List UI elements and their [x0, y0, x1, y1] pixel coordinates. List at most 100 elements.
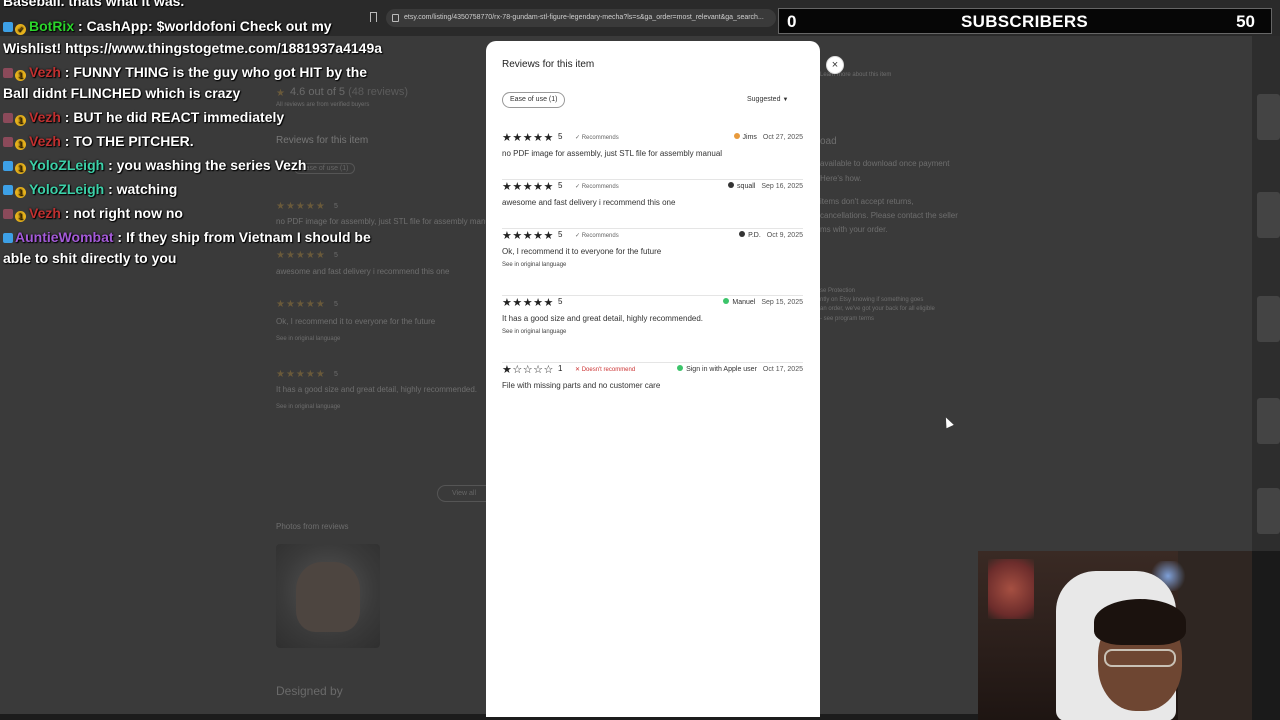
- review-rating: 5: [558, 230, 563, 239]
- see-original-link[interactable]: See in original language: [502, 329, 566, 335]
- sub-count-current: 0: [787, 12, 797, 31]
- similar-item-thumb: [1257, 398, 1280, 444]
- chat-message: Baseball. thats what it was.: [3, 0, 185, 9]
- cam-glasses: [1104, 649, 1176, 667]
- similar-item-thumb: [1257, 296, 1280, 342]
- chat-message: 1 Vezh : not right now no: [3, 205, 183, 222]
- bg-protection-title: se Protection: [820, 288, 856, 294]
- review-photo: [276, 544, 380, 648]
- recommends-badge: ✓ Recommends: [575, 135, 619, 141]
- review-text: awesome and fast delivery i recommend th…: [502, 198, 676, 207]
- cam-lamp: [988, 559, 1034, 619]
- filter-chip-ease-of-use[interactable]: Ease of use (1): [502, 92, 566, 108]
- bg-see-original: See in original language: [276, 404, 341, 410]
- review-date: Sep 16, 2025: [761, 183, 803, 190]
- chat-message: 1 YoloZLeigh : watching: [3, 181, 177, 198]
- review-date: Sep 15, 2025: [761, 299, 803, 306]
- bg-see-original: See in original language: [276, 336, 341, 342]
- platform-badge-icon: [3, 161, 13, 171]
- bg-returns-text: items don't accept returns,: [820, 197, 914, 206]
- chat-message: 1 Vezh : BUT he did REACT immediately: [3, 109, 284, 126]
- review-item: ★★★★★ 5 ✓ Recommends Jims Oct 27, 2025 no…: [502, 131, 803, 180]
- sub-badge-icon: 1: [15, 211, 26, 222]
- platform-badge-icon: [3, 137, 13, 147]
- review-text: It has a good size and great detail, hig…: [502, 314, 704, 323]
- review-author[interactable]: Manuel Sep 15, 2025: [723, 298, 803, 306]
- site-info-icon[interactable]: [392, 14, 399, 22]
- not-recommends-badge: ✕ Doesn't recommend: [575, 367, 636, 373]
- chat-username: AuntieWombat: [15, 229, 114, 245]
- review-item: ★★★★★ 5 Manuel Sep 15, 2025 It has a good…: [502, 296, 803, 363]
- review-date: Oct 9, 2025: [766, 232, 803, 239]
- review-rating: 5: [558, 297, 563, 306]
- avatar: [728, 182, 735, 188]
- review-rating: 1: [558, 364, 563, 373]
- similar-item-thumb: [1257, 94, 1280, 140]
- sub-badge-icon: 1: [15, 70, 26, 81]
- chat-message-cont: able to shit directly to you: [3, 250, 177, 266]
- platform-badge-icon: [3, 209, 13, 219]
- bookmark-icon[interactable]: [370, 12, 377, 22]
- review-item: ★★★★★ 5 ✓ Recommends squall Sep 16, 2025 …: [502, 180, 803, 229]
- bg-review-text: It has a good size and great detail, hig…: [276, 385, 478, 394]
- review-item: ★☆☆☆☆ 1 ✕ Doesn't recommend Sign in with…: [502, 363, 803, 403]
- bg-order-text: ms with your order.: [820, 225, 888, 234]
- review-stars: ★★★★★: [502, 181, 554, 193]
- similar-item-thumb: [1257, 192, 1280, 238]
- review-author[interactable]: Jims Oct 27, 2025: [733, 133, 803, 141]
- url-text: etsy.com/listing/4350758770/rx-78-gundam…: [404, 14, 764, 21]
- review-stars: ★☆☆☆☆: [502, 364, 554, 376]
- similar-item-thumb: [1257, 488, 1280, 534]
- avatar: [677, 365, 684, 371]
- bg-review-rating: 5: [334, 252, 338, 259]
- sub-counter-label: SUBSCRIBERS: [961, 12, 1089, 31]
- chat-username: Vezh: [29, 109, 61, 125]
- bg-review-stars: ★★★★★: [276, 250, 326, 261]
- review-text: Ok, I recommend it to everyone for the f…: [502, 247, 662, 256]
- chat-username: YoloZLeigh: [29, 181, 105, 197]
- platform-badge-icon: [3, 68, 13, 78]
- sub-badge-icon: 1: [15, 115, 26, 126]
- review-author[interactable]: P.D. Oct 9, 2025: [739, 231, 803, 239]
- bg-protection-text: ntly on Etsy knowing if something goes: [820, 297, 924, 303]
- platform-badge-icon: [3, 185, 13, 195]
- subscriber-counter: 0 SUBSCRIBERS 50: [778, 8, 1272, 34]
- recommends-badge: ✓ Recommends: [575, 184, 619, 190]
- cam-hair: [1094, 599, 1186, 645]
- bg-designed-by: Designed by: [276, 684, 343, 698]
- chat-message: 1 Vezh : TO THE PITCHER.: [3, 133, 194, 150]
- chat-message: ✓ BotRix : CashApp: $worldofoni Check out…: [3, 18, 332, 35]
- bg-review-rating: 5: [334, 203, 338, 210]
- verified-badge-icon: ✓: [15, 24, 26, 35]
- streamer-webcam: [978, 551, 1252, 720]
- review-text: File with missing parts and no customer …: [502, 381, 661, 390]
- review-author[interactable]: squall Sep 16, 2025: [728, 182, 803, 190]
- reviews-modal: Reviews for this item × Ease of use (1) …: [486, 41, 844, 717]
- review-stars: ★★★★★: [502, 297, 554, 309]
- bg-cancellations-text: cancellations. Please contact the seller: [820, 211, 958, 220]
- recommends-badge: ✓ Recommends: [575, 233, 619, 239]
- review-date: Oct 27, 2025: [762, 134, 803, 141]
- bg-review-rating: 5: [334, 371, 338, 378]
- review-stars: ★★★★★: [502, 132, 554, 144]
- bg-photos-title: Photos from reviews: [276, 522, 349, 531]
- avatar: [739, 231, 746, 237]
- chat-message-cont: Ball didnt FLINCHED which is crazy: [3, 85, 241, 101]
- cam-edge: [1252, 551, 1280, 720]
- modal-title: Reviews for this item: [502, 59, 595, 70]
- chat-message: 1 YoloZLeigh : you washing the series Vez…: [3, 157, 306, 174]
- bg-review-rating: 5: [334, 301, 338, 308]
- platform-badge-icon: [3, 113, 13, 123]
- cam-shelf: [1178, 551, 1252, 720]
- address-bar[interactable]: etsy.com/listing/4350758770/rx-78-gundam…: [386, 9, 776, 27]
- sort-dropdown[interactable]: Suggested ▼: [747, 96, 788, 103]
- sub-badge-icon: 1: [15, 139, 26, 150]
- chat-username: Vezh: [29, 205, 61, 221]
- close-icon[interactable]: ×: [826, 56, 844, 74]
- sub-count-goal: 50: [1236, 12, 1255, 31]
- bg-review-text: Ok, I recommend it to everyone for the f…: [276, 317, 436, 326]
- chat-username: Vezh: [29, 133, 61, 149]
- bg-review-stars: ★★★★★: [276, 299, 326, 310]
- see-original-link[interactable]: See in original language: [502, 262, 566, 268]
- review-author[interactable]: Sign in with Apple user Oct 17, 2025: [677, 365, 803, 373]
